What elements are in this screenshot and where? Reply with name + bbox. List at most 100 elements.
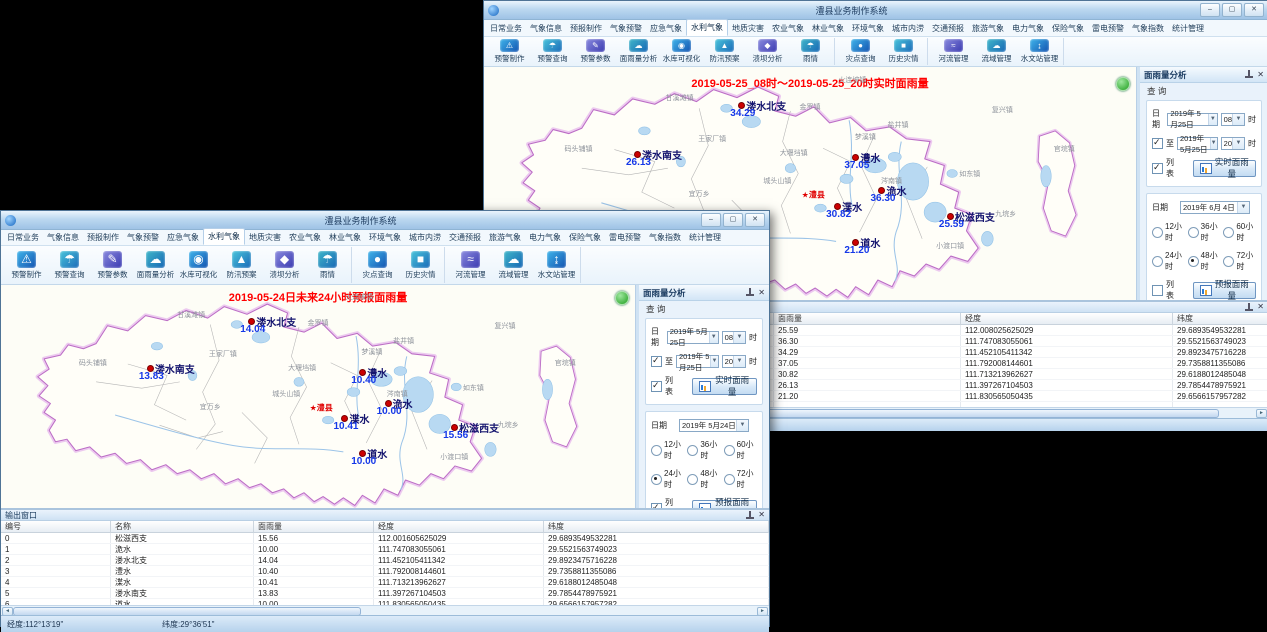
- forecast-rainfall-button[interactable]: 预报面雨量: [1193, 282, 1256, 299]
- table-header-cell[interactable]: 纬度: [544, 521, 769, 533]
- toolbar-item-流域管理[interactable]: ☁流域管理: [975, 38, 1018, 65]
- toolbar-item-预警制作[interactable]: ⚠预警制作: [488, 38, 531, 65]
- duration-option[interactable]: 24小时: [651, 468, 684, 490]
- scroll-left-icon[interactable]: ◄: [2, 607, 13, 615]
- tab-日常业务[interactable]: 日常业务: [3, 230, 43, 245]
- to-checkbox[interactable]: [1152, 138, 1163, 149]
- table-row[interactable]: 2溇水北支14.04111.45210541134229.89234757162…: [1, 555, 769, 566]
- table-row[interactable]: 4渫水10.41111.71321396262729.6188012485048: [1, 577, 769, 588]
- tab-农业气象[interactable]: 农业气象: [285, 230, 325, 245]
- minimize-button[interactable]: –: [701, 213, 721, 227]
- tab-应急气象[interactable]: 应急气象: [646, 21, 686, 36]
- duration-option[interactable]: 60小时: [1223, 221, 1256, 243]
- forecast-date-combo[interactable]: 2019年 5月24日▼: [679, 419, 749, 432]
- scroll-right-icon[interactable]: ►: [757, 607, 768, 615]
- to-hour-combo[interactable]: 20▼: [722, 355, 746, 368]
- tab-农业气象[interactable]: 农业气象: [768, 21, 808, 36]
- tab-气象指数[interactable]: 气象指数: [645, 230, 685, 245]
- toolbar-item-预警参数[interactable]: ✎预警参数: [91, 247, 134, 283]
- table-row[interactable]: 0松滋西支15.56112.00160562502929.68935495322…: [1, 533, 769, 544]
- tab-地质灾害[interactable]: 地质灾害: [728, 21, 768, 36]
- radio-icon[interactable]: [1188, 256, 1199, 267]
- list-checkbox[interactable]: [1152, 163, 1163, 174]
- tab-雷电预警[interactable]: 雷电预警: [605, 230, 645, 245]
- toolbar-item-灾点查询[interactable]: ●灾点查询: [839, 38, 882, 65]
- toolbar-item-溃坝分析[interactable]: ◆溃坝分析: [746, 38, 789, 65]
- tab-应急气象[interactable]: 应急气象: [163, 230, 203, 245]
- pin-icon[interactable]: [1245, 303, 1253, 312]
- toolbar-item-预警制作[interactable]: ⚠预警制作: [5, 247, 48, 283]
- radio-icon[interactable]: [724, 445, 735, 456]
- tab-气象预警[interactable]: 气象预警: [606, 21, 646, 36]
- radio-icon[interactable]: [1152, 227, 1163, 238]
- close-icon[interactable]: ✕: [758, 511, 765, 519]
- radio-icon[interactable]: [687, 445, 698, 456]
- duration-option[interactable]: 48小时: [687, 468, 720, 490]
- tab-城市内涝[interactable]: 城市内涝: [405, 230, 445, 245]
- scroll-right-icon[interactable]: ►: [1256, 409, 1267, 418]
- tab-保险气象[interactable]: 保险气象: [565, 230, 605, 245]
- toolbar-item-防汛预案[interactable]: ▲防汛预案: [703, 38, 746, 65]
- tab-预报制作[interactable]: 预报制作: [566, 21, 606, 36]
- radio-icon[interactable]: [724, 474, 735, 485]
- realtime-rainfall-button[interactable]: 实时面雨量: [1193, 160, 1256, 177]
- toolbar-item-水库可视化[interactable]: ◉水库可视化: [177, 247, 220, 283]
- tab-气象预警[interactable]: 气象预警: [123, 230, 163, 245]
- forecast-date-combo[interactable]: 2019年 6月 4日▼: [1180, 201, 1250, 214]
- table-header-cell[interactable]: 经度: [961, 313, 1173, 325]
- close-button[interactable]: ✕: [745, 213, 765, 227]
- pin-icon[interactable]: [746, 511, 754, 520]
- h-scrollbar[interactable]: ◄►: [1, 605, 769, 615]
- from-date-combo[interactable]: 2019年 5月25日▼: [1167, 113, 1217, 126]
- tab-统计管理[interactable]: 统计管理: [685, 230, 725, 245]
- tab-雷电预警[interactable]: 雷电预警: [1088, 21, 1128, 36]
- radio-icon[interactable]: [651, 474, 662, 485]
- tab-交通预报[interactable]: 交通预报: [928, 21, 968, 36]
- tab-气象信息[interactable]: 气象信息: [43, 230, 83, 245]
- tab-电力气象[interactable]: 电力气象: [1008, 21, 1048, 36]
- toolbar-item-河流管理[interactable]: ≈河流管理: [932, 38, 975, 65]
- titlebar[interactable]: 澧县业务制作系统–▢✕: [1, 211, 769, 230]
- tab-水利气象[interactable]: 水利气象: [686, 19, 728, 36]
- tab-林业气象[interactable]: 林业气象: [808, 21, 848, 36]
- pin-icon[interactable]: [1245, 70, 1253, 79]
- maximize-button[interactable]: ▢: [1222, 3, 1242, 17]
- table-header-cell[interactable]: 面雨量: [254, 521, 374, 533]
- duration-option[interactable]: 72小时: [724, 468, 757, 490]
- map-refresh-button[interactable]: [1116, 77, 1130, 91]
- table-header-cell[interactable]: 纬度: [1173, 313, 1267, 325]
- duration-option[interactable]: 48小时: [1188, 250, 1221, 272]
- tab-地质灾害[interactable]: 地质灾害: [245, 230, 285, 245]
- tab-预报制作[interactable]: 预报制作: [83, 230, 123, 245]
- from-hour-combo[interactable]: 08▼: [722, 331, 746, 344]
- toolbar-item-河流管理[interactable]: ≈河流管理: [449, 247, 492, 283]
- realtime-rainfall-button[interactable]: 实时面雨量: [692, 378, 757, 395]
- close-icon[interactable]: ✕: [1257, 303, 1264, 311]
- toolbar-item-面雨量分析[interactable]: ☁面雨量分析: [134, 247, 177, 283]
- radio-icon[interactable]: [687, 474, 698, 485]
- to-date-combo[interactable]: 2019年 5月25日▼: [676, 355, 719, 368]
- toolbar-item-雨情[interactable]: ☂雨情: [306, 247, 349, 283]
- toolbar-item-预警查询[interactable]: ☂预警查询: [531, 38, 574, 65]
- maximize-button[interactable]: ▢: [723, 213, 743, 227]
- duration-option[interactable]: 12小时: [1152, 221, 1185, 243]
- toolbar-item-水文站管理[interactable]: ↨水文站管理: [535, 247, 578, 283]
- close-icon[interactable]: ✕: [758, 289, 765, 297]
- toolbar-item-历史灾情[interactable]: ■历史灾情: [399, 247, 442, 283]
- radio-icon[interactable]: [1188, 227, 1199, 238]
- toolbar-item-面雨量分析[interactable]: ☁面雨量分析: [617, 38, 660, 65]
- tab-统计管理[interactable]: 统计管理: [1168, 21, 1208, 36]
- tab-电力气象[interactable]: 电力气象: [525, 230, 565, 245]
- table-header-cell[interactable]: 面雨量: [774, 313, 961, 325]
- tab-水利气象[interactable]: 水利气象: [203, 228, 245, 245]
- tab-气象信息[interactable]: 气象信息: [526, 21, 566, 36]
- table-row[interactable]: 1洈水10.00111.74708305506129.5521563749023: [1, 544, 769, 555]
- list-checkbox[interactable]: [651, 381, 662, 392]
- toolbar-item-预警参数[interactable]: ✎预警参数: [574, 38, 617, 65]
- close-button[interactable]: ✕: [1244, 3, 1264, 17]
- from-date-combo[interactable]: 2019年 5月25日▼: [667, 331, 719, 344]
- titlebar[interactable]: 澧县业务制作系统–▢✕: [484, 1, 1267, 20]
- table-row[interactable]: 5溇水南支13.83111.39726710450329.78544789759…: [1, 588, 769, 599]
- to-checkbox[interactable]: [651, 356, 662, 367]
- duration-option[interactable]: 36小时: [1188, 221, 1221, 243]
